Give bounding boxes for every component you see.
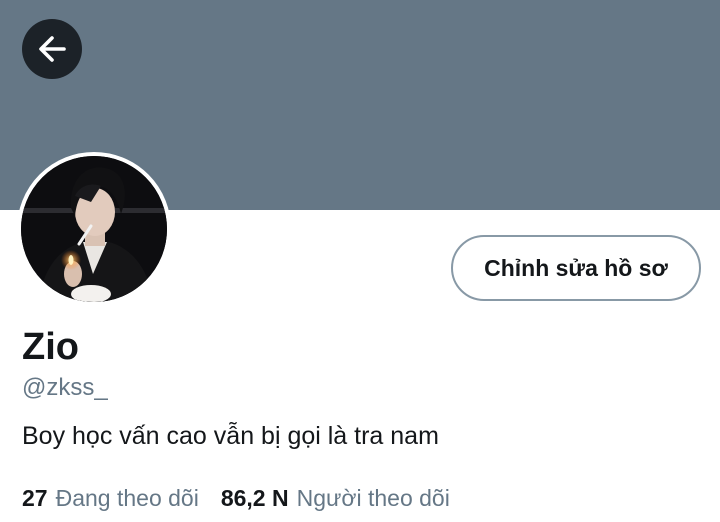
- followers-stat[interactable]: 86,2 N Người theo dõi: [221, 482, 450, 514]
- following-label: Đang theo dõi: [55, 485, 199, 511]
- edit-profile-button[interactable]: Chỉnh sửa hồ sơ: [451, 235, 701, 301]
- back-button[interactable]: [22, 19, 82, 79]
- following-count: 27: [22, 485, 48, 511]
- arrow-left-icon: [39, 36, 66, 62]
- avatar[interactable]: [17, 152, 171, 306]
- profile-photo: [21, 156, 167, 302]
- followers-label: Người theo dõi: [296, 485, 450, 511]
- profile-bio: Boy học vấn cao vẫn bị gọi là tra nam: [22, 422, 439, 450]
- follow-stats: 27 Đang theo dõi 86,2 N Người theo dõi: [22, 482, 450, 514]
- profile-page: Chỉnh sửa hồ sơ Zio @zkss_ Boy học vấn c…: [0, 0, 720, 522]
- followers-count: 86,2 N: [220, 485, 289, 511]
- user-handle: @zkss_: [22, 374, 108, 401]
- following-stat[interactable]: 27 Đang theo dõi: [22, 482, 199, 514]
- display-name: Zio: [22, 326, 79, 368]
